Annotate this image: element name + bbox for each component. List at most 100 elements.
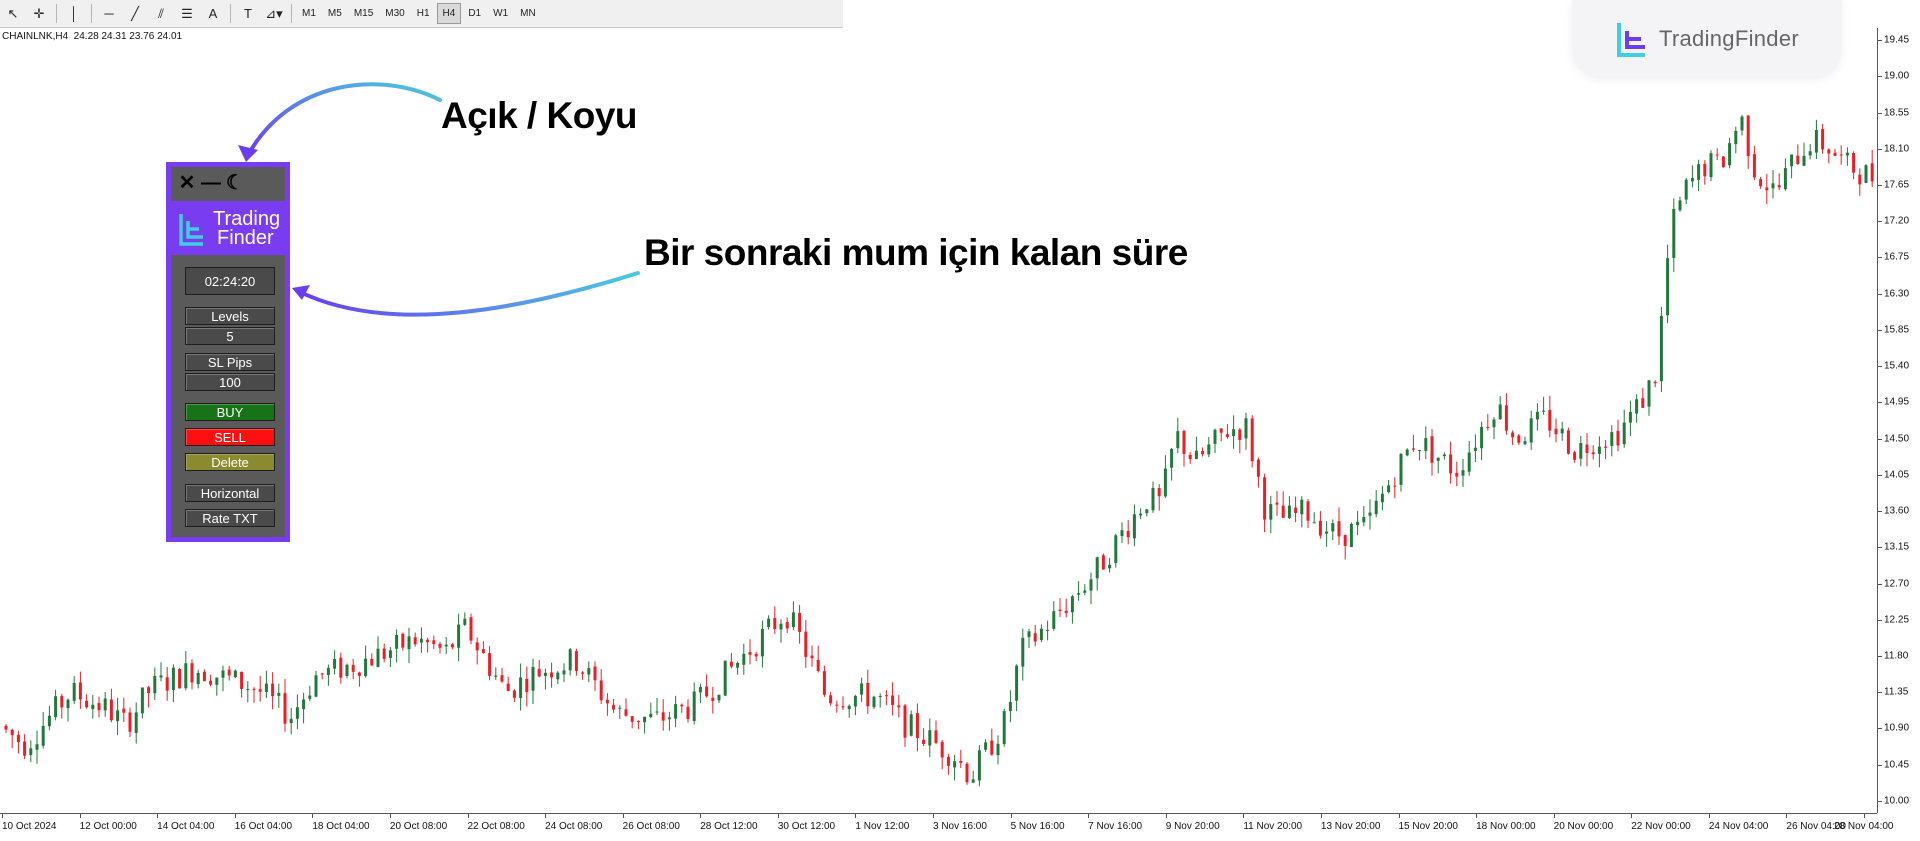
bullish-candle <box>1535 411 1539 420</box>
bullish-candle <box>971 779 975 783</box>
time-tick <box>1165 814 1167 818</box>
minimize-icon[interactable]: — <box>201 173 221 193</box>
bullish-candle <box>72 682 76 701</box>
price-axis: 19.45 19.00 18.55 18.10 17.65 17.20 16.75 16.30… <box>1877 28 1920 813</box>
price-tick <box>1878 185 1882 186</box>
bearish-candle <box>605 699 609 704</box>
bearish-candle <box>1225 434 1229 438</box>
bullish-candle <box>1418 449 1422 451</box>
bearish-candle <box>401 633 405 648</box>
time-tick <box>1010 814 1012 818</box>
bearish-candle <box>636 720 640 722</box>
bearish-candle <box>754 653 758 657</box>
bullish-candle <box>1492 419 1496 428</box>
bullish-candle <box>444 644 448 647</box>
bearish-candle <box>1839 154 1843 156</box>
price-label: 10.90 <box>1884 722 1910 734</box>
bullish-candle <box>29 748 33 755</box>
sl-pips-label: SL Pips <box>185 353 275 371</box>
price-tick <box>1878 547 1882 549</box>
time-label: 5 Nov 16:00 <box>1010 821 1065 832</box>
bullish-candle <box>333 658 337 669</box>
delete-button[interactable]: Delete <box>185 453 275 471</box>
price-tick <box>1878 402 1882 404</box>
bullish-candle <box>153 675 157 694</box>
bearish-candle <box>965 763 969 783</box>
bullish-candle <box>419 638 423 643</box>
bearish-candle <box>841 706 845 708</box>
horizontal-button[interactable]: Horizontal <box>185 484 275 502</box>
bullish-candle <box>878 696 882 698</box>
close-icon[interactable]: ✕ <box>177 173 197 193</box>
price-label: 19.45 <box>1884 34 1910 46</box>
bearish-candle <box>178 669 182 689</box>
bearish-candle <box>1064 610 1068 614</box>
price-tick <box>1878 366 1882 368</box>
rate-txt-button[interactable]: Rate TXT <box>185 509 275 527</box>
bullish-candle <box>1399 453 1403 485</box>
bullish-candle <box>543 672 547 676</box>
bearish-candle <box>599 680 603 701</box>
annotation-remaining-time: Bir sonraki mum için kalan süre <box>644 232 1188 273</box>
price-label: 17.20 <box>1884 215 1910 227</box>
bullish-candle <box>667 717 671 720</box>
bearish-candle <box>661 712 665 721</box>
bearish-candle <box>1430 436 1434 463</box>
bullish-candle <box>1145 509 1149 514</box>
time-tick <box>234 814 236 818</box>
bullish-candle <box>1622 422 1626 445</box>
bearish-candle <box>959 760 963 763</box>
bearish-candle <box>1827 149 1831 154</box>
time-tick <box>1786 814 1788 818</box>
bearish-candle <box>1101 555 1105 570</box>
bullish-candle <box>1684 179 1688 200</box>
bearish-candle <box>432 640 436 645</box>
levels-input[interactable]: 5 <box>185 327 275 345</box>
bullish-candle <box>196 672 200 685</box>
bearish-candle <box>705 686 709 697</box>
time-label: 14 Oct 04:00 <box>157 821 215 832</box>
bearish-candle <box>320 673 324 675</box>
bullish-candle <box>1697 164 1701 180</box>
bullish-candle <box>376 648 380 667</box>
bullish-candle <box>246 688 250 690</box>
sell-button[interactable]: SELL <box>185 428 275 446</box>
bullish-candle <box>1405 449 1409 456</box>
bullish-candle <box>171 667 175 690</box>
bullish-candle <box>692 691 696 721</box>
bearish-candle <box>1554 428 1558 435</box>
bullish-candle <box>159 675 163 678</box>
bullish-candle <box>1046 629 1050 631</box>
bearish-candle <box>1504 405 1508 431</box>
bearish-candle <box>1455 472 1459 477</box>
time-label: 24 Oct 08:00 <box>545 821 603 832</box>
bullish-candle <box>1008 701 1012 712</box>
time-tick <box>1320 814 1322 818</box>
bearish-candle <box>1281 505 1285 518</box>
bullish-candle <box>1523 441 1527 445</box>
sl-pips-input[interactable]: 100 <box>185 373 275 391</box>
bullish-candle <box>1560 428 1564 434</box>
bullish-candle <box>568 649 572 671</box>
bearish-candle <box>729 661 733 667</box>
time-label: 26 Oct 08:00 <box>622 821 680 832</box>
bullish-candle <box>1374 500 1378 515</box>
bearish-candle <box>500 675 504 682</box>
bullish-candle <box>977 750 981 781</box>
bearish-candle <box>829 695 833 704</box>
price-tick <box>1878 293 1882 295</box>
time-tick <box>157 814 159 818</box>
bearish-candle <box>785 621 789 629</box>
bearish-candle <box>1858 174 1862 185</box>
bullish-candle <box>47 715 51 727</box>
bullish-candle <box>1349 523 1353 547</box>
bearish-candle <box>10 729 14 736</box>
bearish-candle <box>1591 452 1595 455</box>
bullish-candle <box>1300 499 1304 515</box>
bullish-candle <box>308 695 312 699</box>
panel-titlebar: ✕ — ☾ <box>171 167 285 201</box>
bullish-candle <box>1709 153 1713 178</box>
buy-button[interactable]: BUY <box>185 403 275 421</box>
candle-timer: 02:24:20 <box>185 267 275 295</box>
moon-icon[interactable]: ☾ <box>225 173 245 193</box>
